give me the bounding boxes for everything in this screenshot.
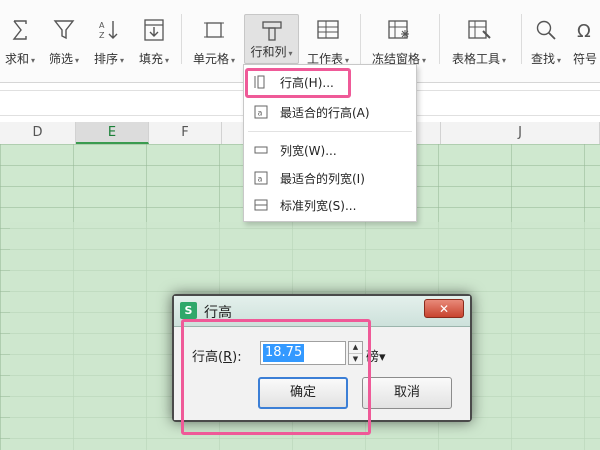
chevron-down-icon: ▾	[422, 56, 427, 65]
column-header-d[interactable]: D	[0, 122, 76, 144]
row-col-button[interactable]: 行和列 ▾	[244, 14, 299, 64]
ribbon-divider	[439, 14, 440, 64]
svg-text:A: A	[99, 21, 105, 30]
menu-item-autofit-column-width[interactable]: a 最适合的列宽(I)	[244, 165, 416, 191]
ribbon-divider	[521, 14, 522, 64]
cell-label: 单元格	[192, 52, 229, 66]
symbol-button[interactable]: Ω 符号	[568, 6, 600, 72]
symbol-label: 符号	[572, 52, 597, 66]
chevron-down-icon: ▾	[557, 56, 562, 65]
omega-icon: Ω	[577, 21, 591, 42]
cancel-button[interactable]: 取消	[362, 377, 452, 409]
sigma-icon	[12, 20, 27, 40]
chevron-down-icon: ▾	[231, 56, 236, 65]
ribbon-divider	[181, 14, 182, 64]
menu-item-label: 最适合的行高(A)	[280, 106, 370, 120]
table-tools-button[interactable]: 表格工具 ▾	[444, 6, 514, 72]
chevron-down-icon: ▾	[165, 56, 170, 65]
highlight-box-row-height	[245, 68, 351, 98]
column-header-j[interactable]: J	[441, 122, 600, 144]
sum-label: 求和	[4, 52, 29, 66]
chevron-down-icon: ▾	[31, 56, 36, 65]
svg-text:a: a	[258, 175, 263, 184]
svg-text:Ω: Ω	[577, 21, 591, 42]
menu-item-label: 最适合的列宽(I)	[280, 172, 365, 186]
standard-width-icon	[254, 199, 268, 211]
sort-icon: A Z	[99, 21, 118, 40]
find-label: 查找	[530, 52, 555, 66]
row-column-icon	[261, 21, 282, 41]
freeze-panes-icon	[388, 20, 409, 39]
filter-label: 筛选	[48, 52, 73, 66]
sort-label: 排序	[93, 52, 118, 66]
cell-icon	[204, 22, 224, 38]
chevron-down-icon: ▾	[288, 49, 293, 58]
menu-separator	[248, 131, 412, 132]
table-tools-icon	[468, 20, 491, 39]
sum-button[interactable]: 求和 ▾	[2, 6, 38, 72]
menu-item-label: 列宽(W)...	[280, 144, 337, 158]
close-icon[interactable]: ✕	[424, 299, 464, 318]
column-header-f[interactable]: F	[149, 122, 222, 144]
menu-item-autofit-row-height[interactable]: a 最适合的行高(A)	[244, 99, 416, 125]
worksheet-button[interactable]: 工作表 ▾	[302, 6, 354, 72]
filter-button[interactable]: 筛选 ▾	[44, 6, 84, 72]
menu-item-label: 标准列宽(S)...	[280, 199, 357, 213]
sort-button[interactable]: A Z 排序 ▾	[88, 6, 130, 72]
chevron-down-icon: ▾	[502, 56, 507, 65]
autofit-icon: a	[254, 105, 268, 119]
row-col-label: 行和列	[250, 45, 287, 59]
worksheet-icon	[317, 20, 339, 39]
menu-item-standard-width[interactable]: 标准列宽(S)...	[244, 192, 416, 218]
fill-label: 填充	[138, 52, 163, 66]
svg-text:Z: Z	[99, 31, 105, 40]
funnel-icon	[53, 20, 75, 40]
find-button[interactable]: 查找 ▾	[526, 6, 566, 72]
fill-button[interactable]: 填充 ▾	[134, 6, 174, 72]
autofit-icon: a	[254, 171, 268, 185]
table-tools-label: 表格工具	[451, 52, 500, 66]
freeze-panes-button[interactable]: 冻结窗格 ▾	[366, 6, 432, 72]
menu-item-column-width[interactable]: 列宽(W)...	[244, 137, 416, 163]
svg-text:a: a	[258, 109, 263, 118]
column-header-e[interactable]: E	[76, 122, 149, 144]
column-width-icon	[254, 146, 268, 154]
highlight-box-dialog	[181, 319, 371, 435]
wps-logo-icon: S	[180, 302, 197, 319]
ribbon-divider	[360, 14, 361, 64]
cell-button[interactable]: 单元格 ▾	[188, 6, 240, 72]
chevron-down-icon: ▾	[120, 56, 125, 65]
fill-down-icon	[144, 19, 164, 41]
chevron-down-icon: ▾	[75, 56, 80, 65]
search-icon	[536, 20, 556, 40]
